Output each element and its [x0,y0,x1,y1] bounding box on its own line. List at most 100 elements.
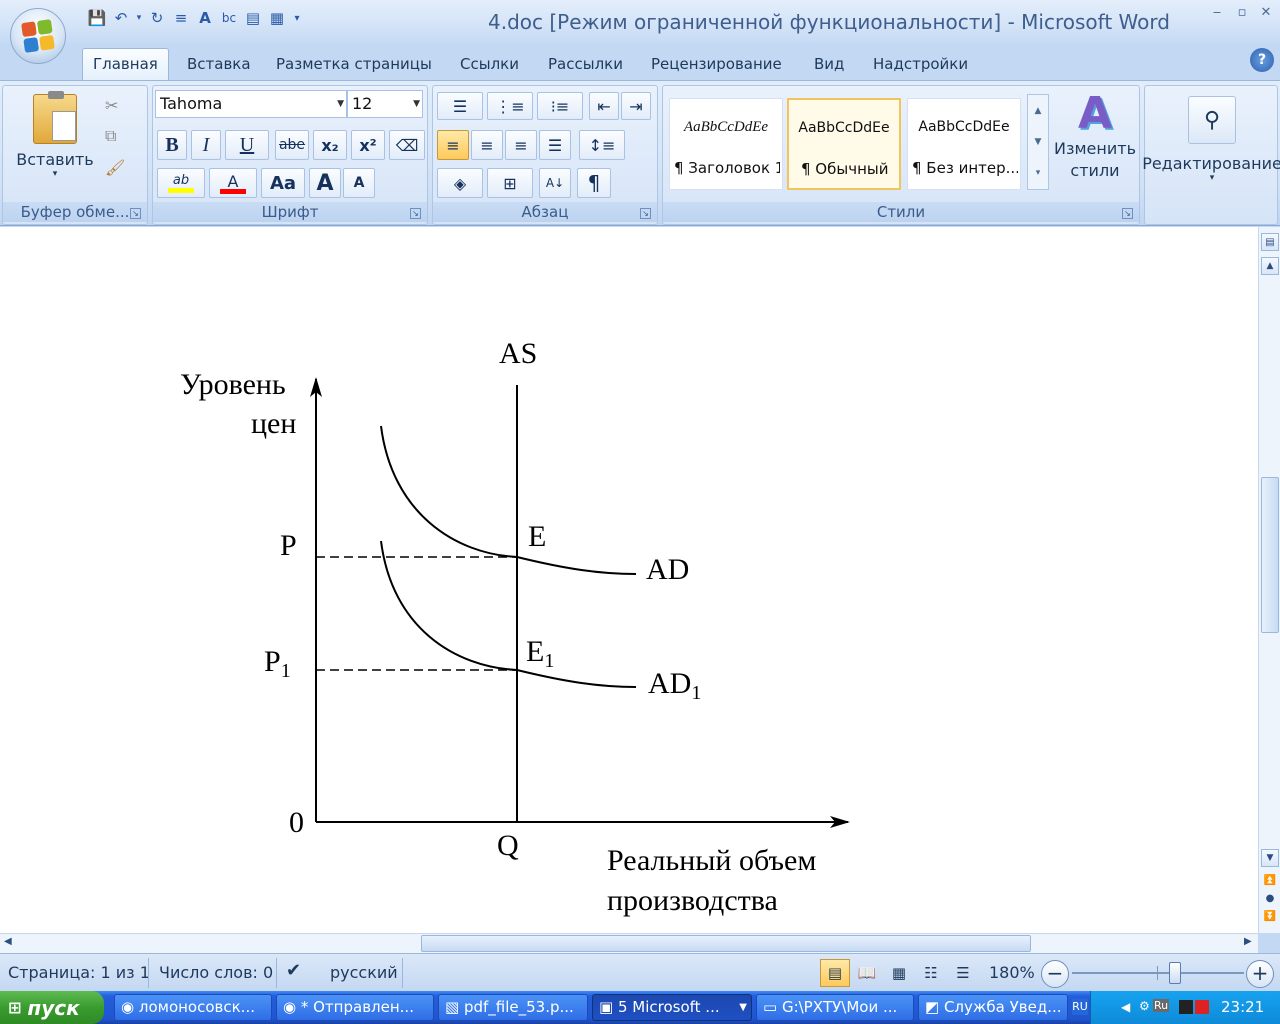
tab-view[interactable]: Вид [804,52,854,80]
undo-icon[interactable]: ↶ [110,7,132,29]
grow-font-button[interactable]: A [309,168,341,198]
numbering-icon[interactable]: ⋮≡ [487,92,533,120]
font-color-button[interactable]: A [209,168,257,198]
taskbar-item[interactable]: ◉ * Отправлен... [276,994,434,1021]
tab-insert[interactable]: Вставка [177,52,261,80]
zoom-slider[interactable] [1072,962,1244,984]
toolbar-icon-1[interactable]: ▤ [242,7,264,29]
tab-mailings[interactable]: Рассылки [538,52,633,80]
increase-indent-icon[interactable]: ⇥ [621,92,651,120]
taskbar-item-active[interactable]: ▣ 5 Microsoft ... ▼ [592,994,752,1021]
redo-icon[interactable]: ↻ [146,7,168,29]
start-button[interactable]: ⊞ пуск [0,991,104,1024]
font-family-combo[interactable]: Tahoma ▼ [155,90,347,118]
more-icon[interactable]: ▾ [1036,168,1041,178]
scroll-down-button[interactable]: ▼ [1261,849,1279,867]
change-case-button[interactable]: Aa [261,168,305,198]
styles-launcher-icon[interactable]: ↘ [1122,208,1133,219]
zoom-level[interactable]: 180% [989,963,1035,982]
bold-button[interactable]: B [157,130,187,160]
multilevel-list-icon[interactable]: ⁝≡ [537,92,583,120]
language-indicator[interactable]: RU [1072,999,1088,1015]
align-center-icon[interactable]: ≡ [471,130,503,160]
customize-qat-icon[interactable]: ▾ [290,7,304,29]
tray-icon[interactable]: ⚙ [1139,999,1150,1013]
shrink-font-button[interactable]: A [343,168,375,198]
format-icon[interactable]: ≡ [170,7,192,29]
scroll-right-button[interactable]: ▶ [1244,936,1252,947]
scroll-thumb[interactable] [1261,477,1279,633]
tab-review[interactable]: Рецензирование [641,52,792,80]
change-styles-button[interactable]: A Изменить стили [1053,90,1137,194]
bullets-icon[interactable]: ☰ [437,92,483,120]
outline-icon[interactable]: ☷ [916,959,946,987]
line-spacing-icon[interactable]: ↕≡ [579,130,625,160]
help-button[interactable]: ? [1250,48,1274,72]
show-marks-button[interactable]: ¶ [577,168,611,198]
horizontal-scrollbar[interactable]: ◀ ▶ [0,933,1258,953]
editing-button[interactable]: ⚲ Редактирование ▾ [1142,90,1280,210]
tab-addins[interactable]: Надстройки [863,52,978,80]
shading-icon[interactable]: ◈ [437,168,483,198]
style-heading1[interactable]: AaBbCcDdEe ¶ Заголовок 1 [669,98,783,190]
format-painter-icon[interactable]: 🖌 [105,158,125,177]
page-count[interactable]: Страница: 1 из 1 [8,963,150,982]
document-page[interactable]: Уровень цен AS P P1 E E1 AD AD1 0 Q Реал… [0,227,1258,933]
font-size-combo[interactable]: 12 ▼ [347,90,423,118]
tray-icon[interactable] [1195,1000,1209,1014]
tray-icon[interactable] [1179,1000,1193,1014]
print-layout-icon[interactable]: ▤ [820,959,850,987]
scroll-left-button[interactable]: ◀ [4,936,12,947]
restore-button[interactable]: ▫ [1231,4,1253,20]
styles-scroll[interactable]: ▲ ▼ ▾ [1027,94,1049,190]
spelling-icon[interactable]: bc [218,7,240,29]
toolbar-icon-2[interactable]: ▦ [266,7,288,29]
taskbar-item[interactable]: ▧ pdf_file_53.p... [438,994,588,1021]
zoom-slider-thumb[interactable] [1169,962,1182,984]
vertical-scrollbar[interactable]: ▤ ▲ ▼ ⏫ ● ⏬ [1258,227,1280,933]
h-scroll-thumb[interactable] [421,935,1031,952]
taskbar-item[interactable]: ▭ G:\РХТУ\Мои ... [756,994,914,1021]
sort-icon[interactable]: A↓ [539,168,571,198]
minimize-button[interactable]: ‒ [1206,4,1228,20]
underline-button[interactable]: U [225,130,269,160]
tab-references[interactable]: Ссылки [450,52,529,80]
taskbar-item[interactable]: ◩ Служба Увед... [918,994,1068,1021]
style-normal[interactable]: AaBbCcDdEe ¶ Обычный [787,98,901,190]
scroll-up-button[interactable]: ▲ [1261,257,1279,275]
taskbar-item[interactable]: ◉ ломоносовск... [114,994,272,1021]
scroll-down-icon[interactable]: ▼ [1035,137,1042,147]
browse-object-icon[interactable]: ● [1261,889,1279,907]
highlight-button[interactable]: ab [157,168,205,198]
proofing-icon[interactable]: ✔ [286,960,301,981]
justify-icon[interactable]: ☰ [539,130,571,160]
copy-icon[interactable]: ⧉ [105,126,116,146]
subscript-button[interactable]: x₂ [313,130,347,160]
align-left-icon[interactable]: ≡ [437,130,469,160]
office-button[interactable] [10,8,66,64]
strikethrough-button[interactable]: abe [275,130,309,160]
full-screen-reading-icon[interactable]: 📖 [852,959,882,987]
ruler-toggle-icon[interactable]: ▤ [1261,233,1279,251]
tab-page-layout[interactable]: Разметка страницы [266,52,442,80]
zoom-in-button[interactable]: + [1246,960,1274,988]
tray-icon[interactable]: ◀ [1121,1000,1130,1014]
tray-language[interactable]: Ru [1153,999,1170,1012]
cut-icon[interactable]: ✂ [105,96,118,115]
save-icon[interactable]: 💾 [86,7,108,29]
zoom-out-button[interactable]: − [1041,960,1069,988]
language-status[interactable]: русский [330,963,398,982]
tab-home[interactable]: Главная [82,48,169,80]
align-right-icon[interactable]: ≡ [505,130,537,160]
word-count[interactable]: Число слов: 0 [159,963,273,982]
draft-icon[interactable]: ☰ [948,959,978,987]
style-no-spacing[interactable]: AaBbCcDdEe ¶ Без интер... [907,98,1021,190]
next-page-icon[interactable]: ⏬ [1261,907,1279,925]
undo-dropdown-icon[interactable]: ▾ [134,7,144,29]
clear-formatting-icon[interactable]: ⌫ [389,130,425,160]
paste-button[interactable]: Вставить ▾ [11,90,99,194]
clipboard-launcher-icon[interactable]: ↘ [130,208,141,219]
web-layout-icon[interactable]: ▦ [884,959,914,987]
scroll-up-icon[interactable]: ▲ [1035,106,1042,116]
paragraph-launcher-icon[interactable]: ↘ [640,208,651,219]
